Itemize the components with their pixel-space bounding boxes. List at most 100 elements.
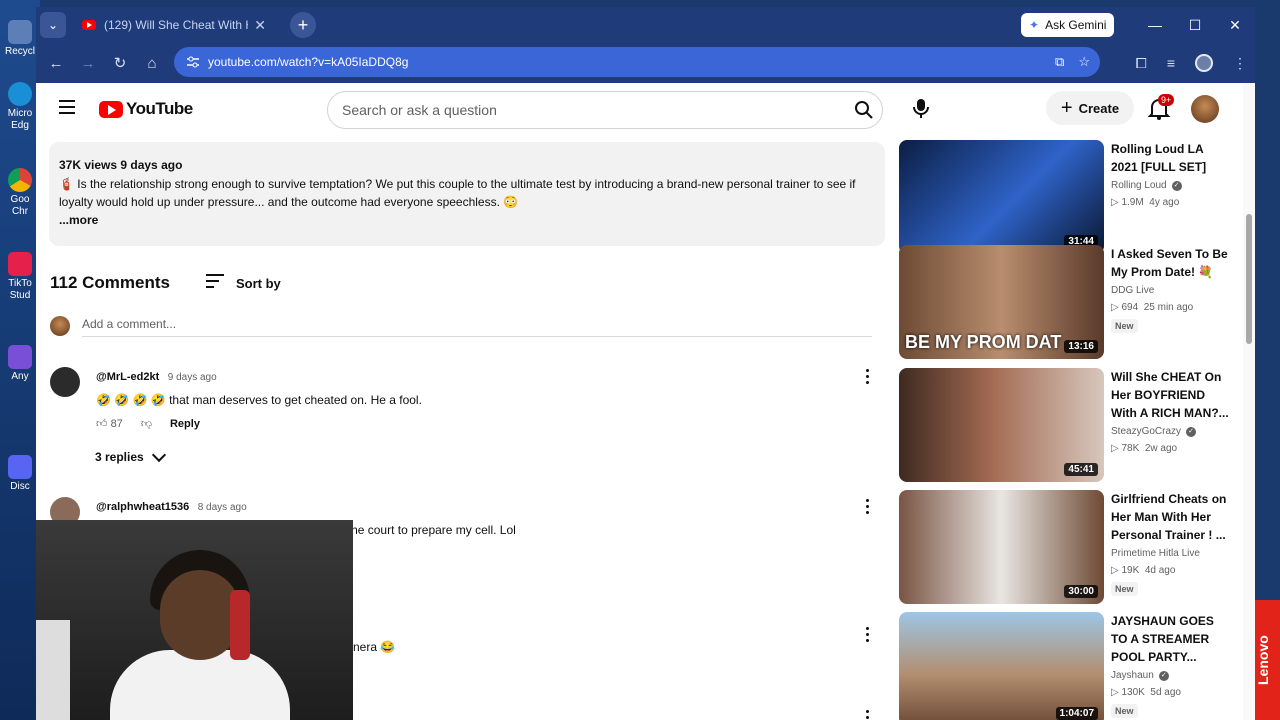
reply-button[interactable]: Reply xyxy=(170,418,200,430)
media-controls-icon[interactable]: ≡ xyxy=(1167,55,1175,71)
sort-by-button[interactable]: Sort by xyxy=(206,274,281,292)
site-settings-icon[interactable] xyxy=(186,55,200,69)
video-channel[interactable]: Jayshaun ✓ xyxy=(1111,670,1233,681)
video-channel[interactable]: Rolling Loud ✓ xyxy=(1111,180,1233,191)
search-icon[interactable] xyxy=(854,100,874,120)
ask-gemini-button[interactable]: ✦ Ask Gemini xyxy=(1021,13,1115,37)
channel-name: Jayshaun xyxy=(1111,670,1154,681)
new-tab-button[interactable]: + xyxy=(290,12,316,38)
video-thumbnail[interactable]: 31:44 xyxy=(899,140,1104,254)
page-scrollbar[interactable] xyxy=(1243,83,1255,720)
desktop-icon-chrome[interactable]: Goo Chr xyxy=(2,168,38,218)
search-input[interactable]: Search or ask a question xyxy=(327,91,883,129)
video-thumbnail[interactable]: 45:41 xyxy=(899,368,1104,482)
desktop-icon-recycle-bin[interactable]: Recycl xyxy=(2,20,38,58)
comment-more-options-icon[interactable] xyxy=(866,499,870,517)
video-thumbnail[interactable]: BE MY PROM DAT 13:16 xyxy=(899,245,1104,359)
anydesk-icon xyxy=(8,345,32,369)
video-title[interactable]: Girlfriend Cheats on Her Man With Her Pe… xyxy=(1111,490,1233,544)
comment-body: @MrL-ed2kt 9 days ago 🤣 🤣 🤣 🤣 that man d… xyxy=(96,367,836,430)
desktop-icon-label: Disc xyxy=(10,481,30,492)
video-channel[interactable]: SteazyGoCrazy ✓ xyxy=(1111,426,1233,437)
video-channel[interactable]: DDG Live xyxy=(1111,285,1233,296)
video-channel[interactable]: Primetime Hitla Live xyxy=(1111,548,1233,559)
close-tab-icon[interactable]: ✕ xyxy=(254,17,266,34)
view-count: 694 xyxy=(1121,302,1139,313)
upload-age: 5d ago xyxy=(1150,687,1181,698)
show-more-link[interactable]: ...more xyxy=(59,211,875,229)
desktop-icon-edge[interactable]: Micro Edg xyxy=(2,82,38,132)
youtube-masthead: YouTube Search or ask a question + Creat… xyxy=(36,83,1255,133)
comment-more-options-icon[interactable] xyxy=(866,710,870,720)
install-app-icon[interactable]: ⧉ xyxy=(1055,54,1064,70)
back-arrow-icon[interactable]: ← xyxy=(40,55,72,72)
desktop-icon-discord[interactable]: Disc xyxy=(2,455,38,493)
maximize-button[interactable]: ☐ xyxy=(1175,7,1215,43)
view-count: 130K xyxy=(1121,687,1145,698)
video-description-text: 🧯 Is the relationship strong enough to s… xyxy=(59,177,856,209)
video-stats: ▷ 78K 2w ago xyxy=(1111,443,1178,454)
video-info: JAYSHAUN GOES TO A STREAMER POOL PARTY..… xyxy=(1111,612,1233,719)
tiktok-icon xyxy=(8,252,32,276)
desktop-background: Recycl Micro Edg Goo Chr TikTo Stud Any … xyxy=(0,0,40,720)
comment-more-options-icon[interactable] xyxy=(866,369,870,387)
comment-time[interactable]: 9 days ago xyxy=(168,372,217,383)
like-button[interactable]: 👍︎ 87 xyxy=(96,417,123,430)
dislike-button[interactable]: 👎︎ xyxy=(141,417,152,430)
tab-youtube[interactable]: (129) Will She Cheat With Her P ✕ xyxy=(74,10,274,40)
youtube-logo[interactable]: YouTube xyxy=(99,99,193,119)
scrollbar-thumb[interactable] xyxy=(1246,214,1252,344)
comment-time[interactable]: 8 days ago xyxy=(198,502,247,513)
desktop-icon-anydesk[interactable]: Any xyxy=(2,345,38,383)
video-thumbnail[interactable]: 30:00 xyxy=(899,490,1104,604)
recommended-video[interactable]: 45:41 Will She CHEAT On Her BOYFRIEND Wi… xyxy=(899,368,1239,486)
video-description-box[interactable]: 37K views 9 days ago 🧯 Is the relationsh… xyxy=(49,142,885,246)
video-stats: ▷ 19K 4d ago xyxy=(1111,565,1176,576)
view-replies-button[interactable]: 3 replies xyxy=(95,447,166,464)
desktop-icon-tiktok[interactable]: TikTo Stud xyxy=(2,252,38,302)
notification-badge: 9+ xyxy=(1158,94,1175,106)
recommended-video[interactable]: 31:44 Rolling Loud LA 2021 [FULL SET] Ro… xyxy=(899,140,1239,258)
add-comment-input[interactable]: Add a comment... xyxy=(82,315,872,337)
video-thumbnail[interactable]: 1:04:07 xyxy=(899,612,1104,720)
verified-check-icon: ✓ xyxy=(1158,670,1169,681)
comment-author[interactable]: @MrL-ed2kt xyxy=(96,371,159,383)
view-count: 78K xyxy=(1121,443,1140,454)
recommended-video[interactable]: 30:00 Girlfriend Cheats on Her Man With … xyxy=(899,490,1239,608)
tab-search-button[interactable]: ⌄ xyxy=(40,12,66,38)
commenter-avatar[interactable] xyxy=(50,367,80,397)
account-avatar[interactable] xyxy=(1191,95,1219,123)
recommended-video[interactable]: 1:04:07 JAYSHAUN GOES TO A STREAMER POOL… xyxy=(899,612,1239,720)
video-title[interactable]: Rolling Loud LA 2021 [FULL SET] xyxy=(1111,140,1233,176)
upload-age: 4d ago xyxy=(1144,565,1176,576)
close-window-button[interactable]: ✕ xyxy=(1215,7,1255,43)
recommended-video[interactable]: BE MY PROM DAT 13:16 I Asked Seven To Be… xyxy=(899,245,1239,363)
video-duration: 30:00 xyxy=(1064,585,1098,598)
add-comment-row: Add a comment... xyxy=(50,311,872,341)
url-field[interactable]: youtube.com/watch?v=kA05IaDDQ8g ⧉ ☆ xyxy=(174,47,1100,77)
video-info: Girlfriend Cheats on Her Man With Her Pe… xyxy=(1111,490,1233,597)
verified-check-icon: ✓ xyxy=(1186,426,1197,437)
video-title[interactable]: JAYSHAUN GOES TO A STREAMER POOL PARTY..… xyxy=(1111,612,1233,666)
reload-icon[interactable]: ↻ xyxy=(104,54,136,72)
video-duration: 13:16 xyxy=(1064,340,1098,353)
voice-search-mic-icon[interactable] xyxy=(908,95,934,121)
profile-avatar-icon[interactable] xyxy=(1195,54,1213,72)
video-title[interactable]: I Asked Seven To Be My Prom Date! 💐 xyxy=(1111,245,1233,281)
forward-arrow-icon[interactable]: → xyxy=(72,55,104,72)
video-title[interactable]: Will She CHEAT On Her BOYFRIEND With A R… xyxy=(1111,368,1233,422)
menu-hamburger-icon[interactable] xyxy=(59,100,75,118)
chevron-down-icon xyxy=(151,447,166,462)
extensions-puzzle-icon[interactable]: ⧠ xyxy=(1136,55,1147,72)
view-count: 1.9M xyxy=(1121,197,1144,208)
comment-author[interactable]: @ralphwheat1536 xyxy=(96,501,189,513)
bookmark-star-icon[interactable]: ☆ xyxy=(1078,54,1090,70)
gemini-sparkle-icon: ✦ xyxy=(1029,18,1040,32)
comment-more-options-icon[interactable] xyxy=(866,627,870,645)
upload-age: 2w ago xyxy=(1144,443,1178,454)
browser-menu-icon[interactable]: ⋮ xyxy=(1233,55,1247,72)
create-button[interactable]: + Create xyxy=(1046,91,1134,125)
minimize-button[interactable]: — xyxy=(1135,7,1175,43)
desktop-icon-label: TikTo Stud xyxy=(8,278,32,301)
home-icon[interactable]: ⌂ xyxy=(136,55,168,72)
